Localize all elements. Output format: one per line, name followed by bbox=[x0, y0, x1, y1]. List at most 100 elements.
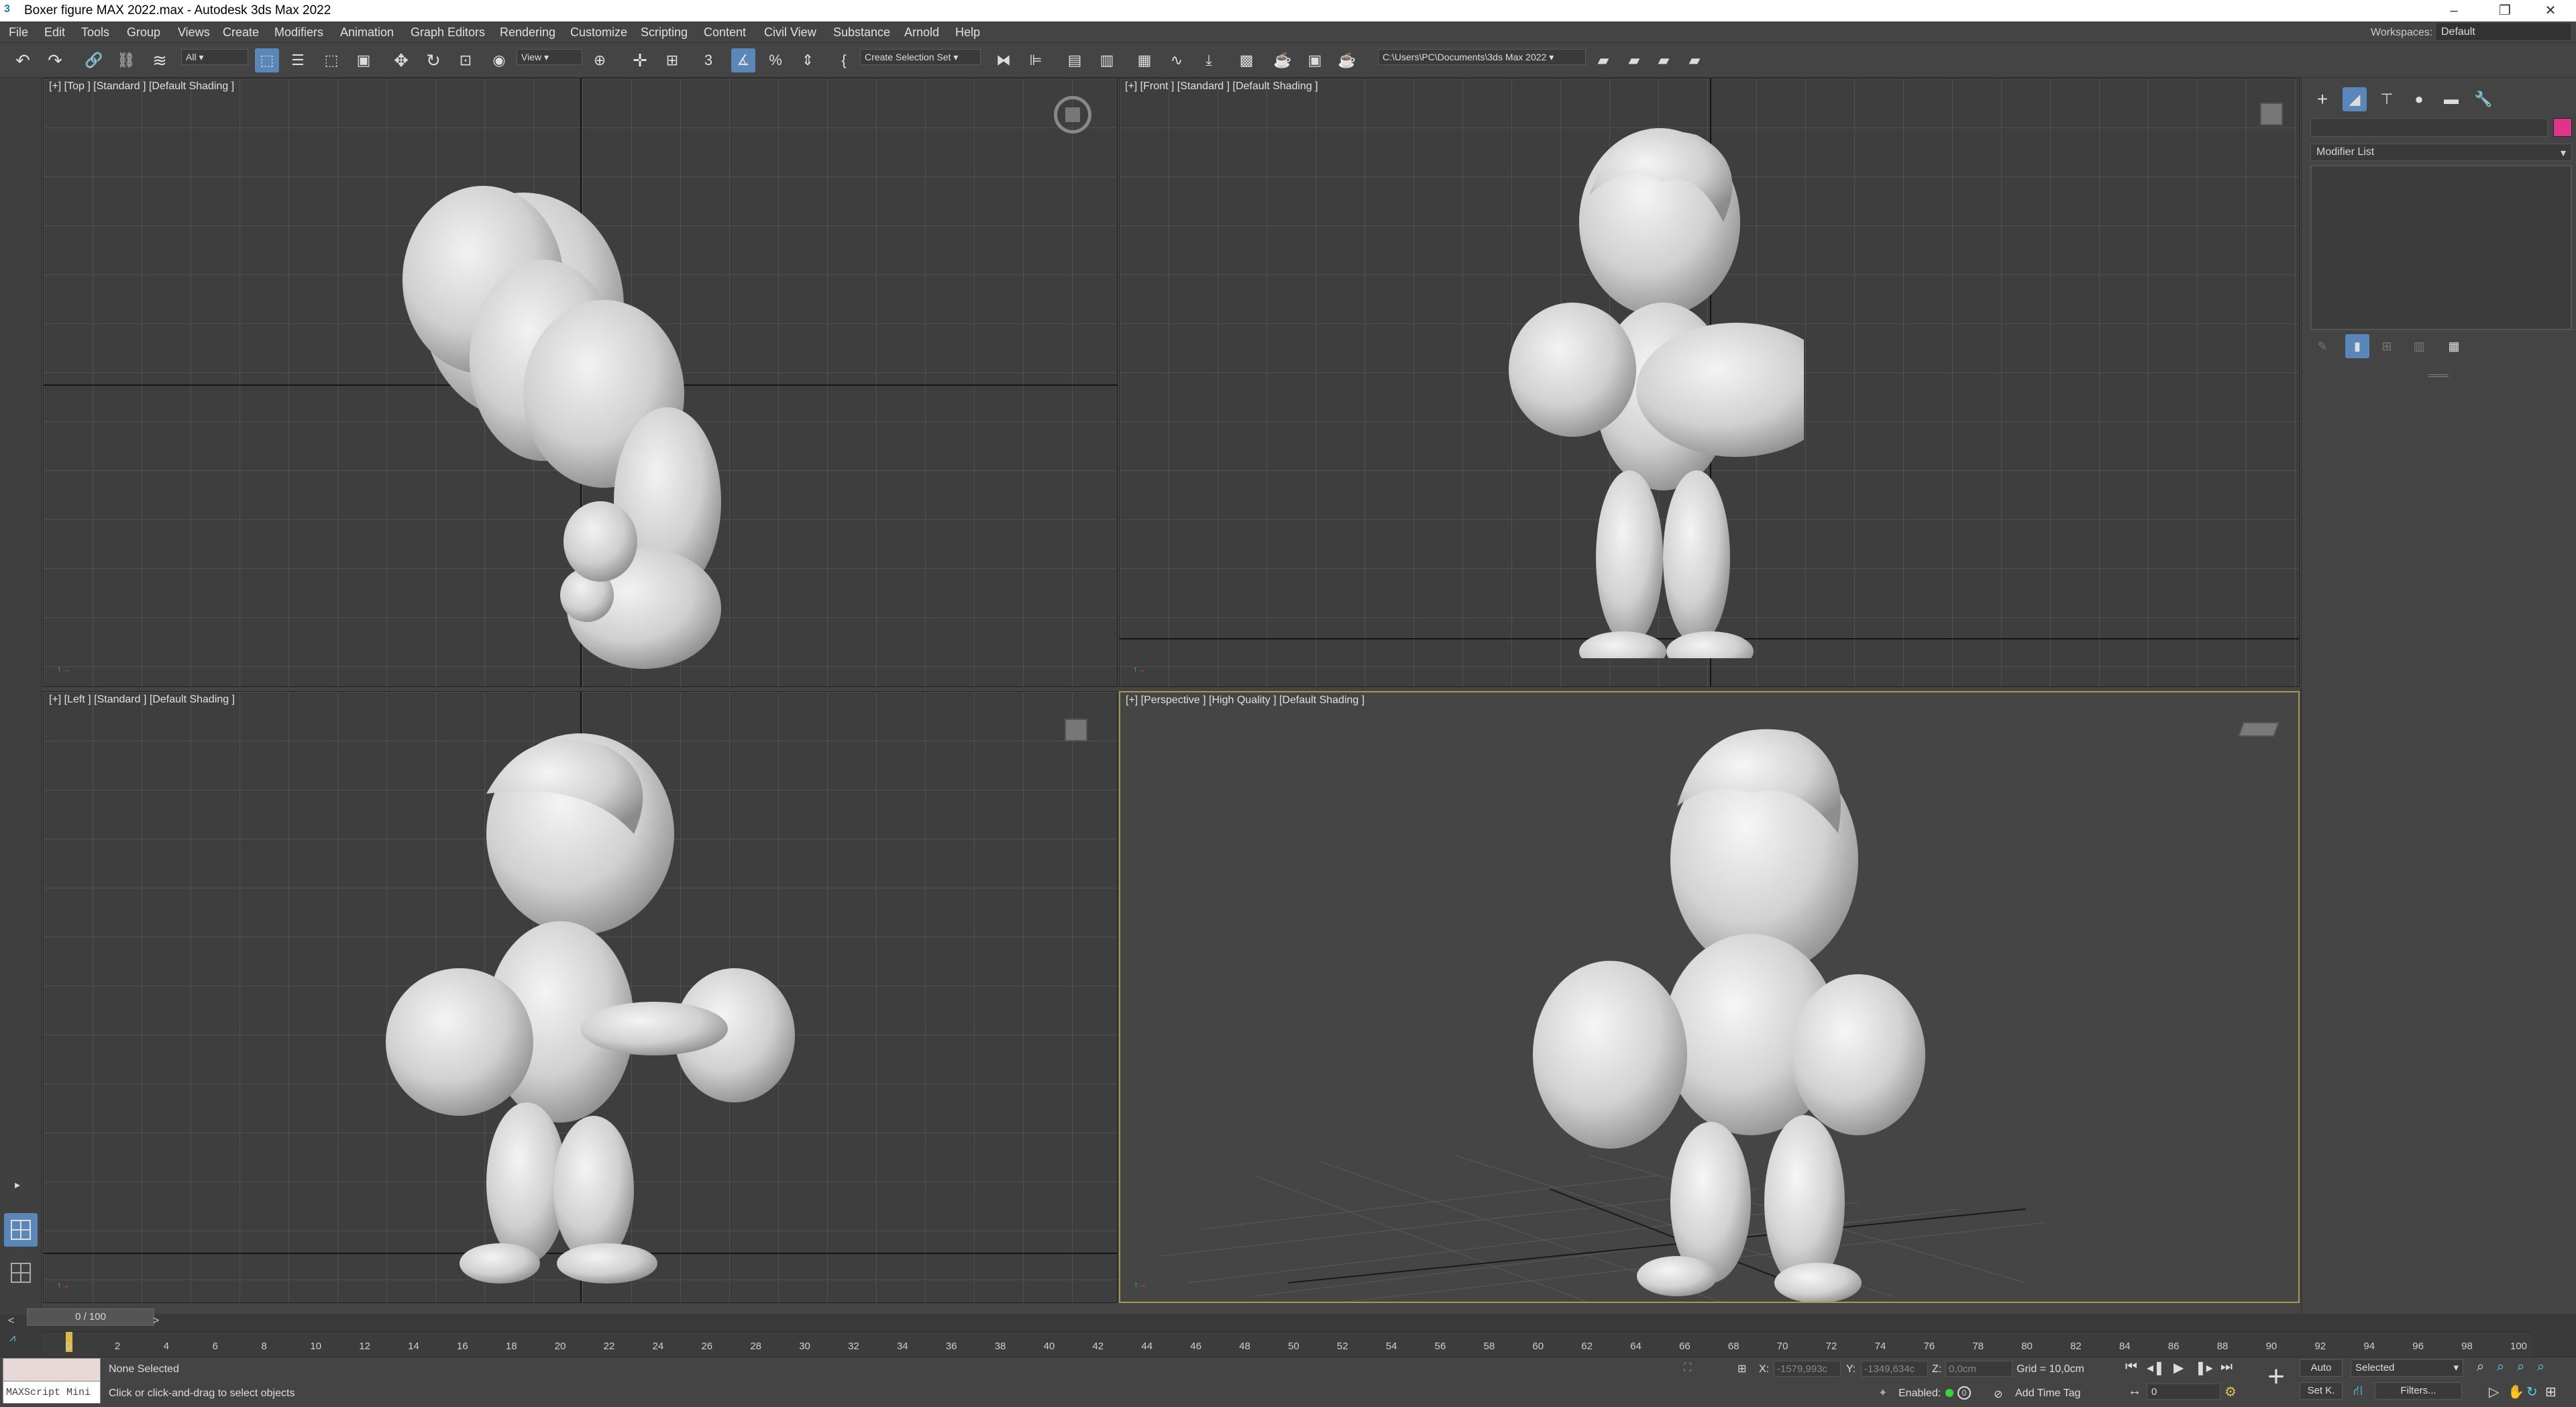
open-mini-curve-editor-icon[interactable]: ⩘ bbox=[9, 1333, 36, 1353]
rectangular-selection-icon[interactable]: ⬚ bbox=[319, 48, 343, 72]
window-crossing-icon[interactable]: ▣ bbox=[352, 48, 376, 72]
menu-graph-editors[interactable]: Graph Editors bbox=[411, 25, 485, 40]
layer-explorer-icon[interactable]: ▥ bbox=[1095, 48, 1119, 72]
menu-file[interactable]: File bbox=[9, 25, 28, 40]
redo-icon[interactable]: ↷ bbox=[43, 48, 67, 72]
configure-modifier-sets-icon[interactable]: ▦ bbox=[2442, 334, 2466, 358]
object-color-swatch[interactable] bbox=[2553, 118, 2572, 137]
material-editor-icon[interactable]: ▩ bbox=[1234, 48, 1258, 72]
set-keys-plus-icon[interactable]: + bbox=[2258, 1359, 2294, 1396]
unlink-icon[interactable]: ⛓ bbox=[114, 48, 138, 72]
make-unique-icon[interactable]: ⊞ bbox=[2375, 334, 2399, 358]
viewport-front[interactable]: [+] [Front ] [Standard ] [Default Shadin… bbox=[1119, 78, 2300, 687]
viewport-layout-quad-icon[interactable] bbox=[4, 1213, 38, 1247]
select-scale-icon[interactable]: ⊡ bbox=[453, 48, 478, 72]
menu-views[interactable]: Views bbox=[178, 25, 210, 40]
menu-content[interactable]: Content bbox=[704, 25, 746, 40]
viewcube-left-icon[interactable] bbox=[1065, 719, 1087, 741]
add-time-tag-button[interactable]: Add Time Tag bbox=[2015, 1388, 2081, 1400]
render-production-icon[interactable]: ☕ bbox=[1335, 48, 1359, 72]
close-icon[interactable]: ✕ bbox=[2525, 0, 2576, 21]
menu-arnold[interactable]: Arnold bbox=[904, 25, 939, 40]
panel-resize-handle[interactable] bbox=[2428, 374, 2449, 377]
maxscript-listener-pink[interactable] bbox=[3, 1358, 101, 1382]
viewcube-perspective-icon[interactable] bbox=[2237, 722, 2280, 737]
time-configuration-icon[interactable]: ⚙ bbox=[2224, 1384, 2237, 1400]
menu-substance[interactable]: Substance bbox=[833, 25, 890, 40]
zoom-all-icon[interactable]: ⌕ bbox=[2497, 1359, 2504, 1375]
minimize-icon[interactable]: – bbox=[2428, 0, 2479, 21]
mirror-icon[interactable]: ⧓ bbox=[991, 48, 1016, 72]
menu-rendering[interactable]: Rendering bbox=[500, 25, 555, 40]
scene-explorer-icon[interactable]: ▤ bbox=[1063, 48, 1087, 72]
align-icon[interactable]: ⊫ bbox=[1024, 48, 1048, 72]
goto-end-icon[interactable]: ⏭ bbox=[2220, 1359, 2233, 1375]
menu-group[interactable]: Group bbox=[127, 25, 160, 40]
z-coordinate-field[interactable]: 0,0cm bbox=[1945, 1361, 2012, 1377]
spinner-snap-icon[interactable]: ⇕ bbox=[796, 48, 820, 72]
named-selection-dropdown[interactable]: Create Selection Set ▾ bbox=[860, 49, 981, 65]
play-icon[interactable]: ▶ bbox=[2174, 1359, 2184, 1376]
maxscript-mini-listener[interactable]: MAXScript Mini bbox=[3, 1381, 101, 1404]
percent-snap-icon[interactable]: % bbox=[763, 48, 788, 72]
create-tab-plus-icon[interactable]: + bbox=[2310, 87, 2334, 111]
boxer-figure-perspective-view[interactable] bbox=[1523, 719, 1952, 1303]
viewport-left-label[interactable]: [+] [Left ] [Standard ] [Default Shading… bbox=[49, 694, 235, 706]
rendered-frame-window-icon[interactable]: ▣ bbox=[1303, 48, 1327, 72]
object-name-field[interactable] bbox=[2310, 118, 2548, 137]
menu-scripting[interactable]: Scripting bbox=[641, 25, 688, 40]
viewcube-front-icon[interactable] bbox=[2260, 103, 2283, 125]
viewport-perspective[interactable]: [+] [Perspective ] [High Quality ] [Defa… bbox=[1119, 691, 2300, 1303]
pin-stack-icon[interactable]: ✎ bbox=[2310, 334, 2334, 358]
zoom-extents-icon[interactable]: ⌕ bbox=[2517, 1359, 2524, 1375]
field-of-view-icon[interactable]: ▷ bbox=[2489, 1384, 2499, 1400]
render-setup-icon[interactable]: ☕ bbox=[1271, 48, 1295, 72]
viewcube-top-icon[interactable] bbox=[1054, 96, 1091, 134]
hierarchy-tab-icon[interactable]: ⊤ bbox=[2375, 87, 2399, 111]
viewport-layout-alt-icon[interactable] bbox=[4, 1256, 38, 1290]
adaptive-degradation-icon[interactable]: ✦ bbox=[1878, 1386, 1887, 1400]
key-filter-dropdown[interactable]: Selected ▾ bbox=[2351, 1359, 2463, 1377]
absolute-mode-icon[interactable]: ⊞ bbox=[1737, 1362, 1746, 1375]
select-rotate-icon[interactable]: ↻ bbox=[421, 48, 445, 72]
viewport-left[interactable]: [+] [Left ] [Standard ] [Default Shading… bbox=[43, 691, 1118, 1303]
keyboard-shortcut-override-icon[interactable]: ⊞ bbox=[660, 48, 684, 72]
modifier-stack-list[interactable] bbox=[2310, 165, 2572, 330]
selection-filter-dropdown[interactable]: All ▾ bbox=[181, 49, 248, 65]
snaps-toggle-icon[interactable]: 3 bbox=[696, 48, 720, 72]
previous-frame-icon[interactable]: ◂❚ bbox=[2147, 1359, 2165, 1376]
viewport-front-label[interactable]: [+] [Front ] [Standard ] [Default Shadin… bbox=[1125, 81, 1318, 93]
bind-space-warp-icon[interactable]: ≋ bbox=[148, 48, 172, 72]
menu-tools[interactable]: Tools bbox=[81, 25, 109, 40]
viewport-top[interactable]: [+] [Top ] [Standard ] [Default Shading … bbox=[43, 78, 1118, 687]
select-object-icon[interactable]: ⬚ bbox=[255, 48, 279, 72]
orbit-icon[interactable]: ↻ bbox=[2526, 1384, 2538, 1400]
menu-create[interactable]: Create bbox=[223, 25, 259, 40]
time-slider-left-arrow-icon[interactable]: < bbox=[8, 1315, 24, 1328]
link-icon[interactable]: 🔗 bbox=[82, 48, 106, 72]
project-path-dropdown[interactable]: C:\Users\PC\Documents\3ds Max 2022 ▾ bbox=[1378, 49, 1586, 65]
remove-modifier-icon[interactable]: ▥ bbox=[2407, 334, 2431, 358]
project-folder-icon[interactable]: ▰ bbox=[1591, 48, 1615, 72]
expand-arrow-icon[interactable]: ▸ bbox=[9, 1178, 25, 1194]
maximize-viewport-icon[interactable]: ⊞ bbox=[2545, 1384, 2557, 1400]
menu-animation[interactable]: Animation bbox=[340, 25, 394, 40]
reference-coordinate-dropdown[interactable]: View ▾ bbox=[517, 49, 582, 65]
select-move-icon[interactable]: ✥ bbox=[389, 48, 413, 72]
place-icon[interactable]: ◉ bbox=[487, 48, 511, 72]
undo-icon[interactable]: ↶ bbox=[11, 48, 35, 72]
boxer-figure-left-view[interactable] bbox=[366, 733, 862, 1284]
next-frame-icon[interactable]: ❚▸ bbox=[2195, 1359, 2213, 1376]
auto-key-button[interactable]: Auto bbox=[2300, 1359, 2343, 1377]
add-time-tag-icon[interactable]: ⊘ bbox=[1994, 1388, 2002, 1401]
viewport-perspective-label[interactable]: [+] [Perspective ] [High Quality ] [Defa… bbox=[1126, 694, 1364, 707]
ribbon-toggle-icon[interactable]: ▦ bbox=[1132, 48, 1157, 72]
goto-start-icon[interactable]: ⏮ bbox=[2125, 1359, 2137, 1375]
select-manipulate-icon[interactable]: ✛ bbox=[628, 48, 652, 72]
x-coordinate-field[interactable]: -1579,993c bbox=[1774, 1361, 1841, 1377]
boxer-figure-front-view[interactable] bbox=[1495, 121, 1804, 658]
pan-view-icon[interactable]: ✋ bbox=[2508, 1384, 2524, 1400]
modify-tab-icon[interactable]: ◢ bbox=[2343, 87, 2367, 111]
menu-civil-view[interactable]: Civil View bbox=[764, 25, 816, 40]
key-filters-button[interactable]: Filters... bbox=[2375, 1382, 2462, 1400]
